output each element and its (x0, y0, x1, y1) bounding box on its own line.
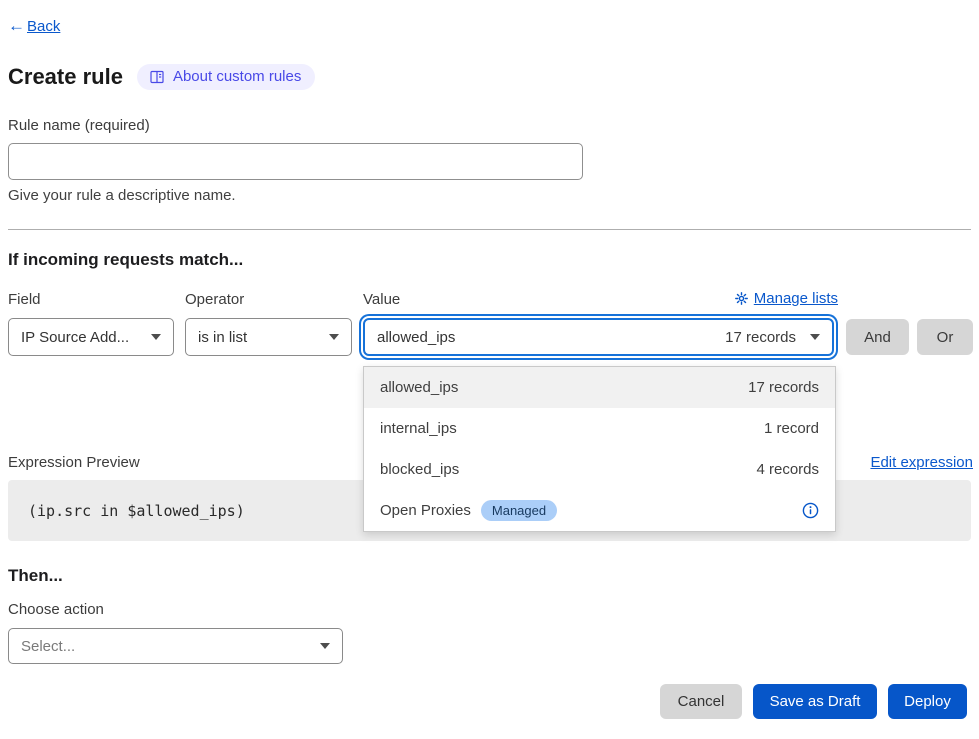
list-item-open-proxies[interactable]: Open Proxies Managed (364, 490, 835, 531)
about-custom-rules-link[interactable]: About custom rules (137, 64, 315, 90)
then-section-heading: Then... (8, 566, 63, 586)
back-link[interactable]: ← Back (8, 16, 60, 36)
operator-select-value: is in list (198, 329, 247, 346)
or-button[interactable]: Or (917, 319, 973, 355)
about-custom-rules-label: About custom rules (173, 68, 301, 85)
operator-label: Operator (185, 291, 244, 308)
match-section-heading: If incoming requests match... (8, 250, 243, 270)
list-item-records: 1 record (764, 420, 819, 437)
cancel-button[interactable]: Cancel (660, 684, 742, 719)
info-icon[interactable] (802, 502, 819, 519)
rule-name-helper: Give your rule a descriptive name. (8, 187, 236, 204)
expression-preview-label: Expression Preview (8, 454, 140, 471)
section-divider (8, 229, 971, 230)
manage-lists-label[interactable]: Manage lists (754, 290, 838, 307)
chevron-down-icon (329, 334, 339, 340)
page-title: Create rule (8, 64, 123, 90)
list-item-name: Open Proxies (380, 502, 471, 519)
save-as-draft-button[interactable]: Save as Draft (753, 684, 877, 719)
deploy-button[interactable]: Deploy (888, 684, 967, 719)
chevron-down-icon (810, 334, 820, 340)
managed-badge: Managed (481, 500, 557, 521)
list-item-blocked-ips[interactable]: blocked_ips 4 records (364, 449, 835, 490)
list-item-records: 4 records (756, 461, 819, 478)
list-item-name: internal_ips (380, 420, 457, 437)
gear-icon (734, 291, 749, 306)
chevron-down-icon (151, 334, 161, 340)
expression-code-text: (ip.src in $allowed_ips) (28, 502, 245, 520)
edit-expression-link[interactable]: Edit expression (870, 454, 973, 471)
value-dropdown-panel: allowed_ips 17 records internal_ips 1 re… (363, 366, 836, 532)
value-select[interactable]: allowed_ips 17 records (363, 318, 834, 356)
list-item-allowed-ips[interactable]: allowed_ips 17 records (364, 367, 835, 408)
value-select-value: allowed_ips (377, 329, 455, 346)
list-item-internal-ips[interactable]: internal_ips 1 record (364, 408, 835, 449)
rule-name-label: Rule name (required) (8, 117, 150, 134)
list-item-name: blocked_ips (380, 461, 459, 478)
operator-select[interactable]: is in list (185, 318, 352, 356)
action-select-placeholder: Select... (21, 638, 75, 655)
manage-lists-link[interactable]: Manage lists (734, 290, 838, 307)
title-row: Create rule About custom rules (8, 64, 315, 90)
field-select[interactable]: IP Source Add... (8, 318, 174, 356)
back-link-label[interactable]: Back (27, 18, 60, 35)
value-label: Value (363, 291, 400, 308)
value-select-records: 17 records (725, 329, 796, 346)
field-select-value: IP Source Add... (21, 329, 129, 346)
book-icon (149, 69, 165, 85)
back-arrow-icon: ← (8, 16, 25, 36)
chevron-down-icon (320, 643, 330, 649)
rule-name-input[interactable] (8, 143, 583, 180)
field-label: Field (8, 291, 41, 308)
create-rule-page: ← Back Create rule About custom rules Ru… (0, 0, 979, 739)
list-item-records: 17 records (748, 379, 819, 396)
list-item-name: allowed_ips (380, 379, 458, 396)
and-button[interactable]: And (846, 319, 909, 355)
choose-action-label: Choose action (8, 601, 104, 618)
action-select[interactable]: Select... (8, 628, 343, 664)
